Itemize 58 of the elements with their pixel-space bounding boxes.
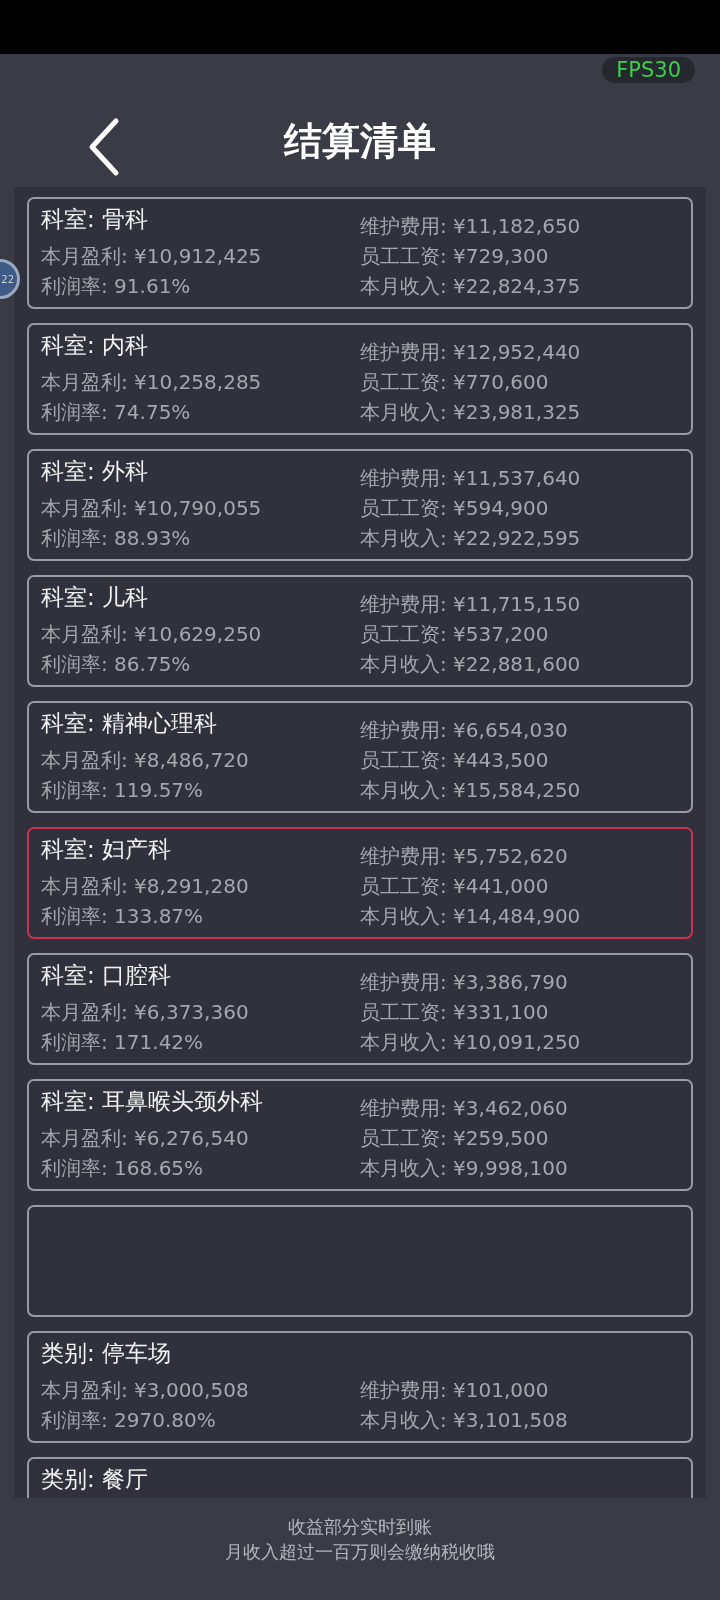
card-field: 本月盈利: ¥3,000,508 [41,1375,360,1405]
page-title: 结算清单 [284,118,436,165]
card-field: 员工工资: ¥729,300 [360,241,679,271]
fps-badge: FPS30 [602,57,695,83]
card-field: 本月盈利: ¥10,258,285 [41,367,360,397]
card-title: 科室: 耳鼻喉头颈外科 [41,1087,265,1116]
footer-note: 收益部分实时到账 [288,1515,432,1539]
card-field: 利润率: 133.87% [41,901,360,931]
card-field: 员工工资: ¥441,000 [360,871,679,901]
card-field: 维护费用: ¥101,000 [360,1375,679,1405]
card-field: 本月收入: ¥22,881,600 [360,649,679,679]
card-title: 类别: 餐厅 [41,1465,150,1494]
card-field: 本月盈利: ¥6,373,360 [41,997,360,1027]
card-title: 类别: 停车场 [41,1339,173,1368]
card-field: 利润率: 86.75% [41,649,360,679]
card-title: 科室: 精神心理科 [41,709,219,738]
card-field: 本月盈利: ¥8,486,720 [41,745,360,775]
card-title: 科室: 外科 [41,457,150,486]
card-field: 维护费用: ¥3,462,060 [360,1093,679,1123]
footer-note: 月收入超过一百万则会缴纳税收哦 [225,1540,495,1564]
card-title: 科室: 口腔科 [41,961,173,990]
card-field: 本月盈利: ¥8,291,280 [41,871,360,901]
card-title: 科室: 内科 [41,331,150,360]
card-field: 本月收入: ¥23,981,325 [360,397,679,427]
card-field: 利润率: 171.42% [41,1027,360,1057]
card-title: 科室: 儿科 [41,583,150,612]
card-field: 维护费用: ¥11,537,640 [360,463,679,493]
card-title: 科室: 骨科 [41,205,150,234]
card-field: 本月收入: ¥22,922,595 [360,523,679,553]
card-field: 利润率: 88.93% [41,523,360,553]
card-field: 利润率: 119.57% [41,775,360,805]
card-field: 员工工资: ¥259,500 [360,1123,679,1153]
card-field: 利润率: 74.75% [41,397,360,427]
card-field: 员工工资: ¥594,900 [360,493,679,523]
card-field: 维护费用: ¥11,715,150 [360,589,679,619]
card-field: 员工工资: ¥770,600 [360,367,679,397]
card-field: 员工工资: ¥443,500 [360,745,679,775]
card-field: 维护费用: ¥12,952,440 [360,337,679,367]
card-field: 员工工资: ¥537,200 [360,619,679,649]
card-field: 本月盈利: ¥10,629,250 [41,619,360,649]
card-field: 本月收入: ¥10,091,250 [360,1027,679,1057]
card-field: 本月盈利: ¥10,912,425 [41,241,360,271]
card-field: 利润率: 168.65% [41,1153,360,1183]
card-field: 员工工资: ¥331,100 [360,997,679,1027]
card-field: 利润率: 2970.80% [41,1405,360,1435]
card-field: 本月盈利: ¥6,276,540 [41,1123,360,1153]
card-field: 本月收入: ¥22,824,375 [360,271,679,301]
card-field: 维护费用: ¥6,654,030 [360,715,679,745]
card-field: 本月收入: ¥3,101,508 [360,1405,679,1435]
card-field: 利润率: 91.61% [41,271,360,301]
card-field: 本月收入: ¥14,484,900 [360,901,679,931]
card-field: 本月收入: ¥15,584,250 [360,775,679,805]
card-field: 维护费用: ¥3,386,790 [360,967,679,997]
card-field: 维护费用: ¥5,752,620 [360,841,679,871]
card-field: 本月盈利: ¥10,790,055 [41,493,360,523]
card-field: 维护费用: ¥11,182,650 [360,211,679,241]
card-title: 科室: 妇产科 [41,835,173,864]
card-field: 本月收入: ¥9,998,100 [360,1153,679,1183]
